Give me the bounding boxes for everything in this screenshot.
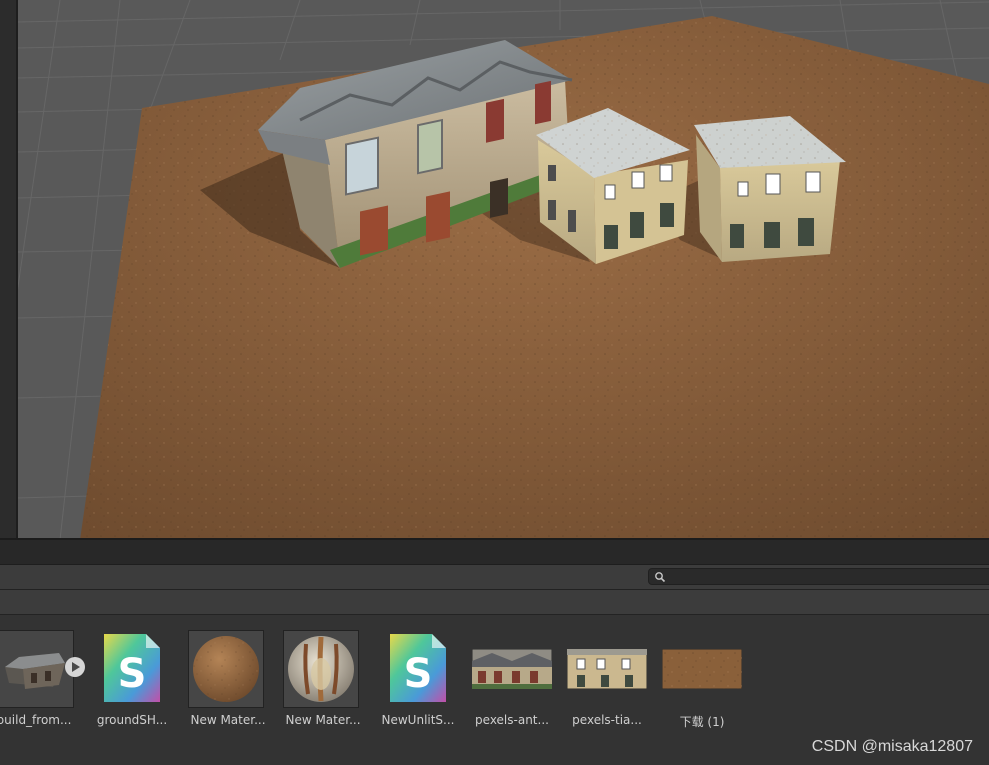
texture-preview-icon xyxy=(567,649,647,689)
asset-label: build_from... xyxy=(0,713,72,727)
asset-item[interactable]: New Mater... xyxy=(283,630,363,730)
watermark: CSDN @misaka12807 xyxy=(811,738,973,755)
model-preview-icon xyxy=(5,653,65,689)
asset-item[interactable]: S NewUnlitS... xyxy=(378,630,458,730)
asset-thumbnail: S xyxy=(92,630,172,708)
project-toolbar xyxy=(0,565,989,590)
asset-label: NewUnlitS... xyxy=(381,713,455,727)
scene-left-edge xyxy=(0,0,18,540)
asset-thumbnail xyxy=(472,630,552,708)
asset-item[interactable]: pexels-ant... xyxy=(472,630,552,730)
search-icon xyxy=(655,572,666,583)
scene-view[interactable] xyxy=(0,0,989,540)
asset-label: 下载 (1) xyxy=(679,715,725,729)
asset-thumbnail xyxy=(283,630,359,708)
asset-item[interactable]: build_from... xyxy=(0,630,85,730)
asset-thumbnail xyxy=(567,630,647,708)
asset-thumbnail: S xyxy=(378,630,458,708)
material-sphere-icon xyxy=(193,636,259,702)
project-panel-tab-bar xyxy=(0,540,989,565)
shader-graph-icon: S xyxy=(104,634,160,702)
asset-label: pexels-ant... xyxy=(475,713,549,727)
asset-thumbnail xyxy=(662,630,742,708)
asset-item[interactable]: S groundSH... xyxy=(92,630,172,730)
material-sphere-icon xyxy=(288,636,354,702)
search-field[interactable] xyxy=(648,568,989,585)
texture-preview-icon xyxy=(662,649,742,689)
asset-label: pexels-tia... xyxy=(572,713,642,727)
play-icon[interactable] xyxy=(64,656,86,678)
texture-preview-icon xyxy=(472,649,552,689)
asset-item[interactable]: pexels-tia... xyxy=(567,630,647,730)
svg-text:S: S xyxy=(118,651,147,697)
asset-label: New Mater... xyxy=(285,713,361,727)
shader-graph-icon: S xyxy=(390,634,446,702)
asset-thumbnail xyxy=(0,630,74,708)
search-input[interactable] xyxy=(669,569,979,584)
breadcrumb-bar xyxy=(0,590,989,615)
scene-viewport[interactable] xyxy=(0,0,989,540)
asset-item[interactable]: New Mater... xyxy=(188,630,268,730)
asset-thumbnail xyxy=(188,630,264,708)
asset-label: New Mater... xyxy=(190,713,266,727)
asset-label: groundSH... xyxy=(96,713,168,727)
svg-text:S: S xyxy=(404,651,433,697)
asset-item[interactable]: 下载 (1) xyxy=(662,630,742,730)
